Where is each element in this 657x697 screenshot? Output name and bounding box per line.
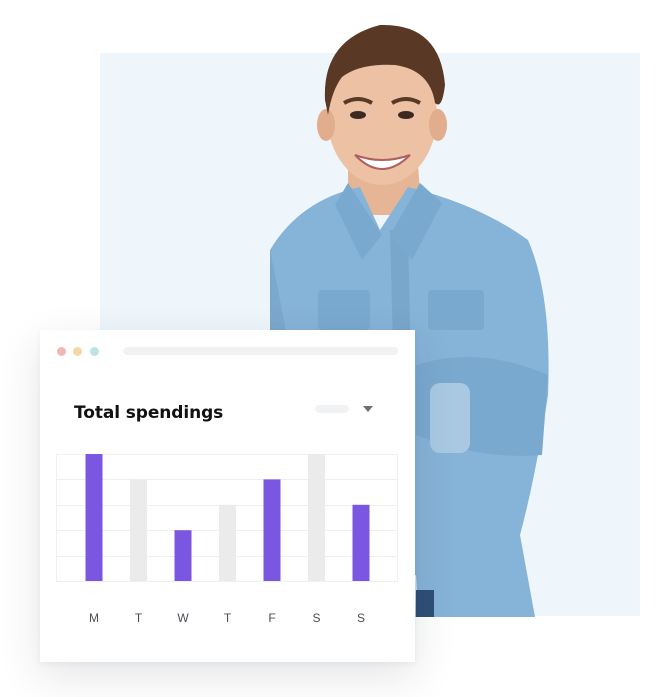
window-dot-red-icon <box>57 347 66 356</box>
window-dot-green-icon <box>90 347 99 356</box>
window-bar <box>40 330 415 370</box>
chevron-down-icon[interactable] <box>363 406 373 412</box>
bar-6 <box>308 454 325 581</box>
spendings-bar-chart <box>56 454 398 582</box>
x-tick-label: W <box>177 611 189 625</box>
chart-svg <box>56 454 398 582</box>
bar-7 <box>352 504 370 581</box>
address-bar <box>123 347 398 355</box>
bar-1 <box>85 454 103 581</box>
x-tick-label: S <box>312 611 321 625</box>
window-dot-yellow-icon <box>73 347 82 356</box>
x-tick-label: T <box>223 611 232 625</box>
x-tick-label: S <box>356 611 365 625</box>
bar-5 <box>263 479 281 581</box>
x-axis-labels: MTWTFSS <box>56 611 398 627</box>
bar-3 <box>174 530 192 581</box>
card-title: Total spendings <box>74 403 224 423</box>
spendings-card: Total spendings M T W T F S S <box>40 330 415 662</box>
bar-2 <box>130 479 147 581</box>
bar-4 <box>219 504 236 581</box>
period-dropdown[interactable] <box>315 405 349 413</box>
x-tick-label: F <box>268 611 276 625</box>
x-tick-label: M <box>89 611 99 625</box>
x-tick-label: T <box>134 611 143 625</box>
